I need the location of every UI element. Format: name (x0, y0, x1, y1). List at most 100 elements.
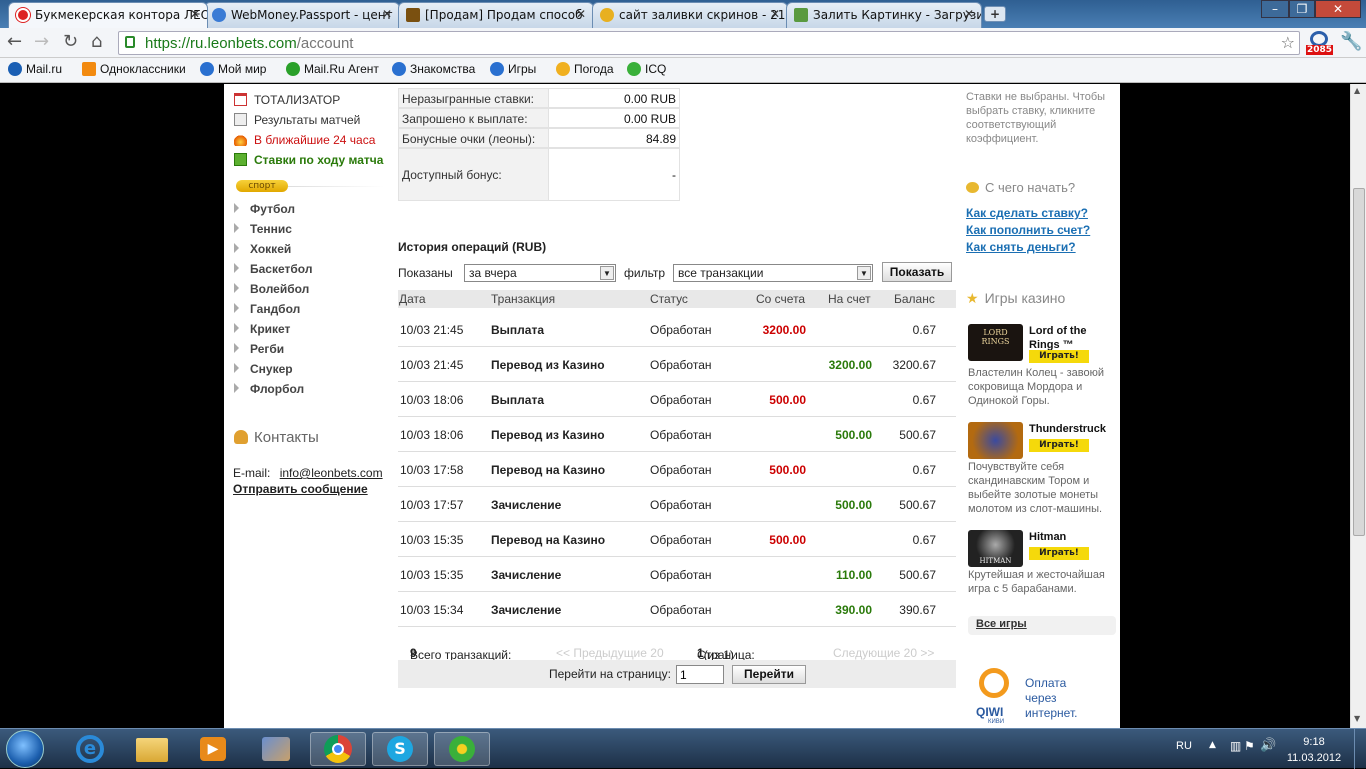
vertical-scrollbar[interactable]: ▲ ▼ (1350, 84, 1366, 728)
balance-label: Запрошено к выплате: (399, 109, 549, 127)
close-tab-icon[interactable]: ✕ (382, 7, 392, 21)
sport-basketball[interactable]: Баскетбол (234, 262, 312, 276)
sport-volleyball[interactable]: Волейбол (234, 282, 309, 296)
maximize-button[interactable]: ❐ (1289, 0, 1315, 18)
tab-forum[interactable]: [Продам] Продам способ ✕ (398, 2, 594, 28)
bookmark-weather[interactable]: Погода (556, 62, 614, 76)
sport-snooker[interactable]: Снукер (234, 362, 293, 376)
cell-status: Обработан (650, 463, 712, 477)
wrench-icon[interactable]: 🔧 (1340, 32, 1362, 52)
close-tab-icon[interactable]: ✕ (964, 7, 974, 21)
tray-flag-icon[interactable]: ⚑ (1244, 739, 1255, 753)
taskbar-explorer[interactable] (124, 732, 180, 766)
reload-icon[interactable]: ↻ (63, 32, 78, 52)
bookmark-label: Mail.ru (26, 62, 63, 76)
back-arrow-icon[interactable]: ← (7, 32, 22, 52)
taskbar-skype[interactable]: S (372, 732, 428, 766)
send-message-link[interactable]: Отправить сообщение (233, 482, 368, 496)
tray-network-icon[interactable]: ▥ (1230, 739, 1241, 753)
goto-button[interactable]: Перейти (732, 665, 806, 684)
menu-results[interactable]: Результаты матчей (234, 113, 360, 127)
next-page-link[interactable]: Следующие 20 >> (833, 646, 934, 660)
bookmark-odnoklassniki[interactable]: Одноклассники (82, 62, 186, 76)
star-icon[interactable]: ☆ (1281, 33, 1295, 52)
how-to-bet-link[interactable]: Как сделать ставку? (966, 206, 1088, 220)
new-tab-button[interactable]: + (984, 6, 1006, 22)
minimize-button[interactable]: – (1261, 0, 1289, 18)
table-row: 10/03 15:35 Перевод на Казино Обработан 500… (398, 522, 956, 557)
cell-to: 390.00 (835, 603, 872, 617)
email-link[interactable]: info@leonbets.com (280, 466, 383, 480)
play-button[interactable]: Играть! (1029, 439, 1089, 452)
start-button[interactable] (6, 730, 44, 768)
address-bar[interactable]: https://ru.leonbets.com/account ☆ (118, 31, 1300, 55)
taskbar-chrome[interactable] (310, 732, 366, 766)
game-lotr[interactable]: LORD RINGS Lord of the Rings ™ Играть! Вл… (968, 324, 1118, 407)
chat-bubble-icon (966, 182, 979, 193)
home-icon[interactable]: ⌂ (91, 32, 102, 52)
close-window-button[interactable]: ✕ (1315, 0, 1361, 18)
sport-tennis[interactable]: Теннис (234, 222, 292, 236)
filter-select[interactable]: все транзакции ▼ (673, 264, 873, 282)
system-clock[interactable]: 9:18 11.03.2012 (1278, 734, 1350, 766)
bookmark-agent[interactable]: Mail.Ru Агент (286, 62, 379, 76)
how-to-withdraw-link[interactable]: Как снять деньги? (966, 240, 1076, 254)
taskbar-paint[interactable] (248, 732, 304, 766)
close-tab-icon[interactable]: ✕ (770, 7, 780, 21)
tab-upload-image[interactable]: Залить Картинку - Загрузи ✕ (786, 2, 982, 28)
tab-leon[interactable]: Букмекерская контора ЛЕОН ✕ (8, 2, 208, 28)
close-tab-icon[interactable]: ✕ (576, 7, 586, 21)
play-button[interactable]: Играть! (1029, 350, 1089, 363)
scrollbar-thumb[interactable] (1353, 188, 1365, 536)
sport-hockey[interactable]: Хоккей (234, 242, 291, 256)
bookmark-mailru[interactable]: Mail.ru (8, 62, 62, 76)
prev-page-link[interactable]: << Предыдущие 20 (556, 646, 664, 660)
menu-label: Результаты матчей (254, 113, 361, 127)
paint-icon (262, 737, 290, 761)
smiley-icon (600, 8, 614, 22)
language-indicator[interactable]: RU (1176, 740, 1192, 752)
tab-title: Залить Картинку - Загрузи (813, 8, 982, 22)
taskbar-icq[interactable] (434, 732, 490, 766)
cell-date: 10/03 18:06 (400, 428, 464, 442)
scroll-up-arrow-icon[interactable]: ▲ (1354, 86, 1360, 95)
forward-arrow-icon[interactable]: → (34, 32, 49, 52)
close-tab-icon[interactable]: ✕ (190, 7, 200, 21)
table-row: 10/03 18:06 Перевод из Казино Обработан 500… (398, 417, 956, 452)
tab-webmoney[interactable]: WebMoney.Passport - цент ✕ (204, 2, 400, 28)
sport-cricket[interactable]: Крикет (234, 322, 290, 336)
menu-totalizator[interactable]: ТОТАЛИЗАТОР (234, 93, 340, 107)
play-button[interactable]: Играть! (1029, 547, 1089, 560)
cell-balance: 500.67 (899, 568, 936, 582)
scroll-down-arrow-icon[interactable]: ▼ (1354, 714, 1360, 723)
sport-football[interactable]: Футбол (234, 202, 295, 216)
bet-slip-empty-text: Ставки не выбраны. Чтобы выбрать ставку,… (966, 90, 1105, 146)
show-desktop-button[interactable] (1354, 729, 1366, 769)
bookmark-icq[interactable]: ICQ (627, 62, 666, 76)
contacts-heading: Контакты (234, 429, 319, 446)
page-viewport: ТОТАЛИЗАТОР Результаты матчей В ближайши… (0, 84, 1350, 728)
bookmark-znakomstva[interactable]: Знакомства (392, 62, 475, 76)
sport-rugby[interactable]: Регби (234, 342, 284, 356)
show-button[interactable]: Показать (882, 262, 952, 282)
period-select[interactable]: за вчера ▼ (464, 264, 616, 282)
taskbar-media-player[interactable]: ▶ (186, 732, 242, 766)
tray-arrow-icon[interactable]: ▲ (1209, 740, 1216, 750)
extension-icon[interactable]: 2085 (1306, 31, 1334, 55)
menu-next-24h[interactable]: В ближайшие 24 часа (234, 133, 375, 147)
tray-volume-icon[interactable]: 🔊 (1260, 738, 1276, 753)
taskbar-ie[interactable]: e (62, 732, 118, 766)
all-games-link[interactable]: Все игры (968, 616, 1116, 635)
goto-page-input[interactable] (676, 665, 724, 684)
game-thunderstruck[interactable]: Thunderstruck Играть! Почувствуйте себя … (968, 422, 1118, 515)
balance-label: Бонусные очки (леоны): (399, 129, 549, 147)
bookmark-games[interactable]: Игры (490, 62, 536, 76)
menu-live-bets[interactable]: Ставки по ходу матча (234, 153, 383, 167)
sport-floorball[interactable]: Флорбол (234, 382, 304, 396)
sport-handball[interactable]: Гандбол (234, 302, 300, 316)
how-to-deposit-link[interactable]: Как пополнить счет? (966, 223, 1090, 237)
ie-icon: e (76, 735, 104, 763)
game-hitman[interactable]: HITMAN Hitman Играть! Крутейшая и жесточ… (968, 530, 1118, 600)
bookmark-moimir[interactable]: Мой мир (200, 62, 266, 76)
tab-screenshots[interactable]: сайт заливки скринов - 21 ✕ (592, 2, 788, 28)
